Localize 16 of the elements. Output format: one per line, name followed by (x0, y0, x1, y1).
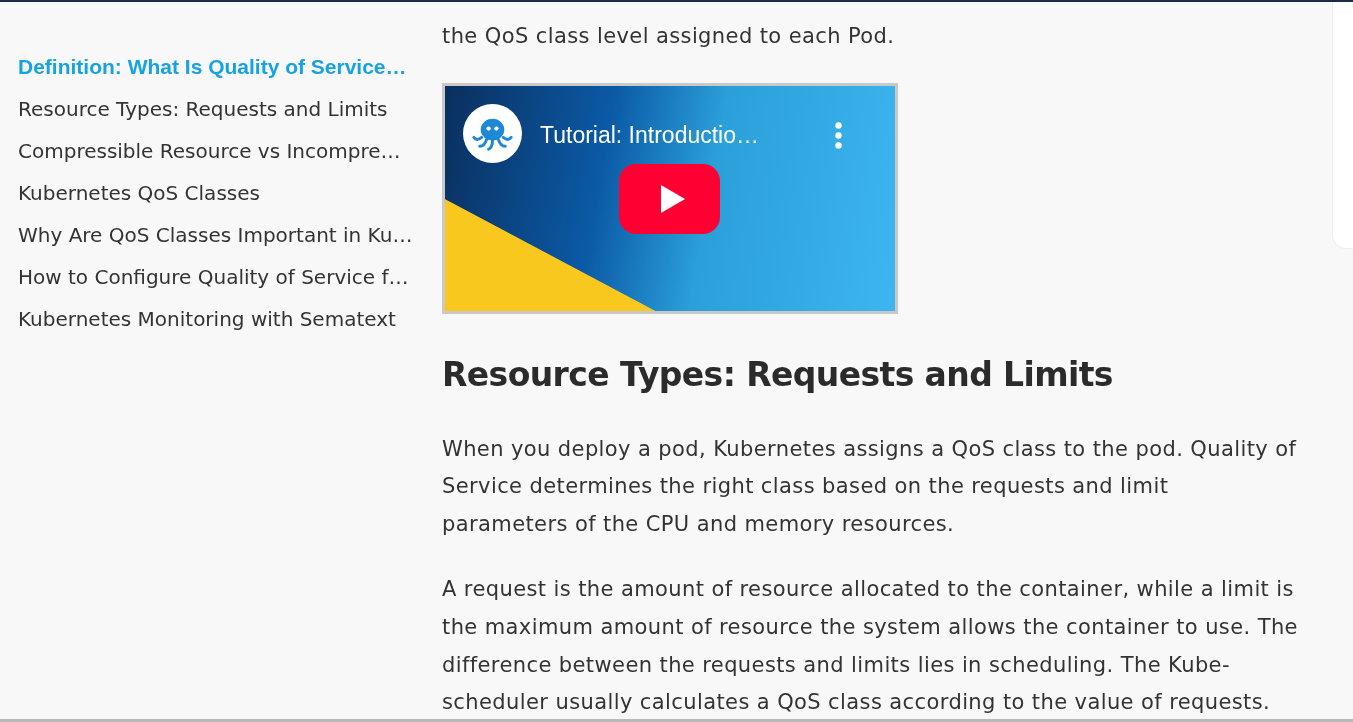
toc-link[interactable]: Resource Types: Requests and Limits (18, 97, 388, 121)
section-heading: Resource Types: Requests and Limits (442, 354, 1113, 395)
kebab-menu-icon[interactable] (834, 121, 843, 149)
channel-logo-icon[interactable] (463, 103, 522, 163)
article-paragraph: A request is the amount of resource allocated to the container, while a limit is the maximum amount of resource the system allows the container to use. The difference between the requests and limits lies in scheduling. The Kube-scheduler usually calculates a QoS class according to the value of requests. (442, 576, 1299, 717)
video-player[interactable]: Tutorial: Introductio… (442, 82, 898, 314)
play-icon (660, 184, 685, 213)
play-button[interactable] (619, 163, 720, 234)
article-paragraph: the QoS class level assigned to each Pod. (442, 23, 895, 50)
toc-link[interactable]: How to Configure Quality of Service f… (18, 265, 409, 289)
article-paragraph: When you deploy a pod, Kubernetes assigns a QoS class to the pod. Quality of Service determines the right class based on the requests and limit parameters of the CPU and memory resources. (442, 435, 1298, 538)
video-title[interactable]: Tutorial: Introductio… (540, 119, 760, 150)
toc-link[interactable]: Kubernetes QoS Classes (18, 181, 260, 205)
toc-link[interactable]: Compressible Resource vs Incompre… (18, 139, 401, 163)
toc-link[interactable]: Why Are QoS Classes Important in Ku… (18, 223, 413, 247)
toc-link[interactable]: Kubernetes Monitoring with Sematext (18, 307, 396, 331)
